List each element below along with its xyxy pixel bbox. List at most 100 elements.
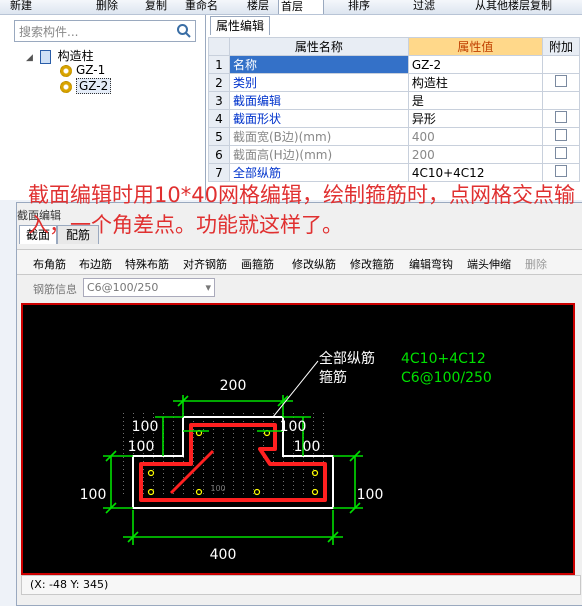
- row-number: 1: [208, 55, 230, 74]
- dim-right-upper-label: 100: [280, 419, 307, 435]
- delete-button[interactable]: 删除: [525, 256, 547, 272]
- legend-stirrup-label: 箍筋: [319, 369, 347, 386]
- row-number: 4: [208, 109, 230, 128]
- draw-stirrup-button[interactable]: 画箍筋: [241, 256, 274, 272]
- dim-inner-left-label: 100: [128, 439, 155, 455]
- dim-inner-right-label: 100: [294, 439, 321, 455]
- status-bar: (X: -48 Y: 345): [21, 575, 581, 595]
- property-row[interactable]: 6 截面高(H边)(mm) 200: [208, 145, 580, 164]
- extra-checkbox[interactable]: [555, 75, 567, 87]
- modify-long-rebar-button[interactable]: 修改纵筋: [292, 256, 336, 272]
- property-name: 截面宽(B边)(mm): [229, 127, 409, 146]
- toolbar-floor-label: 楼层: [247, 0, 269, 12]
- property-name: 类别: [229, 73, 409, 92]
- component-icon: [60, 80, 72, 93]
- rebar-info-select[interactable]: C6@100/250 ▾: [83, 278, 215, 297]
- grid-label: 100: [210, 484, 225, 493]
- search-input[interactable]: 搜索构件...: [14, 20, 196, 42]
- tree-item-gz1[interactable]: GZ-1: [60, 63, 105, 77]
- tree-root[interactable]: ◢ 构造柱: [26, 47, 94, 64]
- component-icon: [60, 64, 72, 77]
- property-row[interactable]: 3 截面编辑是: [208, 91, 580, 110]
- toolbar-copy-from-floor[interactable]: 从其他楼层复制: [475, 0, 552, 13]
- section-editor: 截面编辑 截面 配筋 布角筋 布边筋 特殊布筋 对齐钢筋 画箍筋 修改纵筋 修改…: [16, 202, 582, 606]
- legend-leader: [272, 360, 319, 418]
- row-number: 5: [208, 127, 230, 146]
- row-number: 2: [208, 73, 230, 92]
- toolbar-sort[interactable]: 排序: [348, 0, 370, 13]
- toolbar-rename[interactable]: 重命名: [185, 0, 218, 13]
- tree-item-label: GZ-2: [76, 78, 112, 94]
- property-row[interactable]: 2 类别 构造柱: [208, 73, 580, 92]
- coords-readout: (X: -48 Y: 345): [30, 578, 109, 591]
- drawing-canvas[interactable]: 100 200 100 100 100 100 100 100 400 全部纵筋…: [21, 303, 575, 575]
- toolbar-filter[interactable]: 过滤: [413, 0, 435, 13]
- search-icon[interactable]: [176, 23, 192, 39]
- tree-item-label: GZ-1: [76, 63, 106, 77]
- property-value[interactable]: 是: [407, 91, 544, 110]
- name-header: 属性名称: [229, 37, 409, 56]
- property-name: 全部纵筋: [229, 163, 409, 182]
- rebar-toolbar: 布角筋 布边筋 特殊布筋 对齐钢筋 画箍筋 修改纵筋 修改箍筋 编辑弯钩 端头伸…: [17, 249, 582, 275]
- row-number: 6: [208, 145, 230, 164]
- legend-long-value: 4C10+4C12: [401, 351, 486, 367]
- toolbar-delete[interactable]: 删除: [96, 0, 118, 13]
- num-header: [208, 37, 230, 56]
- rebar-info-value: C6@100/250: [87, 281, 159, 294]
- extra-checkbox[interactable]: [555, 165, 567, 177]
- search-placeholder: 搜索构件...: [19, 25, 79, 39]
- end-extend-button[interactable]: 端头伸缩: [467, 256, 511, 272]
- floor-select[interactable]: 首层: [278, 0, 324, 14]
- extra-cell: [542, 145, 580, 164]
- dim-left-upper-label: 100: [132, 419, 159, 435]
- toolbar-copy[interactable]: 复制: [145, 0, 167, 13]
- property-value[interactable]: GZ-2: [407, 55, 544, 74]
- dim-right-label: 100: [357, 487, 384, 503]
- property-row[interactable]: 5 截面宽(B边)(mm) 400: [208, 127, 580, 146]
- collapse-icon[interactable]: ◢: [26, 53, 33, 63]
- extra-cell: [542, 163, 580, 182]
- chevron-down-icon[interactable]: ▾: [205, 279, 211, 296]
- property-row[interactable]: 4 截面形状 异形: [208, 109, 580, 128]
- row-number: 3: [208, 91, 230, 110]
- extra-checkbox[interactable]: [555, 147, 567, 159]
- extra-cell: [542, 127, 580, 146]
- edit-hook-button[interactable]: 编辑弯钩: [409, 256, 453, 272]
- property-name: 截面编辑: [229, 91, 409, 110]
- row-number: 7: [208, 163, 230, 182]
- tree-root-label: 构造柱: [57, 49, 94, 63]
- special-rebar-button[interactable]: 特殊布筋: [125, 256, 169, 272]
- property-name: 名称: [229, 55, 409, 74]
- tree-item-gz2[interactable]: GZ-2: [60, 78, 112, 94]
- column-icon: [39, 49, 51, 64]
- dim-top-label: 200: [220, 378, 247, 394]
- component-tree-panel: 搜索构件... ◢ 构造柱 GZ-1 GZ-2: [0, 15, 206, 200]
- property-name: 截面高(H边)(mm): [229, 145, 409, 164]
- property-row[interactable]: 1 名称 GZ-2: [208, 55, 580, 74]
- extra-header: 附加: [542, 37, 580, 56]
- toolbar-new[interactable]: 新建: [10, 0, 32, 13]
- property-value[interactable]: 200: [407, 145, 544, 164]
- property-value[interactable]: 异形: [407, 109, 544, 128]
- extra-checkbox[interactable]: [555, 111, 567, 123]
- align-rebar-button[interactable]: 对齐钢筋: [183, 256, 227, 272]
- legend-stirrup-value: C6@100/250: [401, 370, 492, 386]
- extra-cell: [542, 109, 580, 128]
- extra-cell: [542, 91, 580, 110]
- property-value[interactable]: 4C10+4C12: [407, 163, 544, 182]
- main-toolbar: 新建 删除 复制 重命名 楼层 首层 排序 过滤 从其他楼层复制: [0, 0, 582, 15]
- property-value[interactable]: 400: [407, 127, 544, 146]
- property-row[interactable]: 7 全部纵筋 4C10+4C12: [208, 163, 580, 182]
- extra-checkbox[interactable]: [555, 129, 567, 141]
- corner-rebar-button[interactable]: 布角筋: [33, 256, 66, 272]
- property-table: 属性名称 属性值 附加 1 名称 GZ-2 2 类别 构造柱 3 截面编辑是 4 截面形状 异形 5 截…: [208, 37, 580, 182]
- dim-bottom-label: 400: [210, 547, 237, 563]
- edge-rebar-button[interactable]: 布边筋: [79, 256, 112, 272]
- extra-cell: [542, 73, 580, 92]
- modify-stirrup-button[interactable]: 修改箍筋: [350, 256, 394, 272]
- property-value[interactable]: 构造柱: [407, 73, 544, 92]
- tab-property-edit[interactable]: 属性编辑: [210, 16, 270, 35]
- rebar-info-label: 钢筋信息: [33, 283, 77, 296]
- dim-left-label: 100: [80, 487, 107, 503]
- value-header: 属性值: [407, 37, 544, 56]
